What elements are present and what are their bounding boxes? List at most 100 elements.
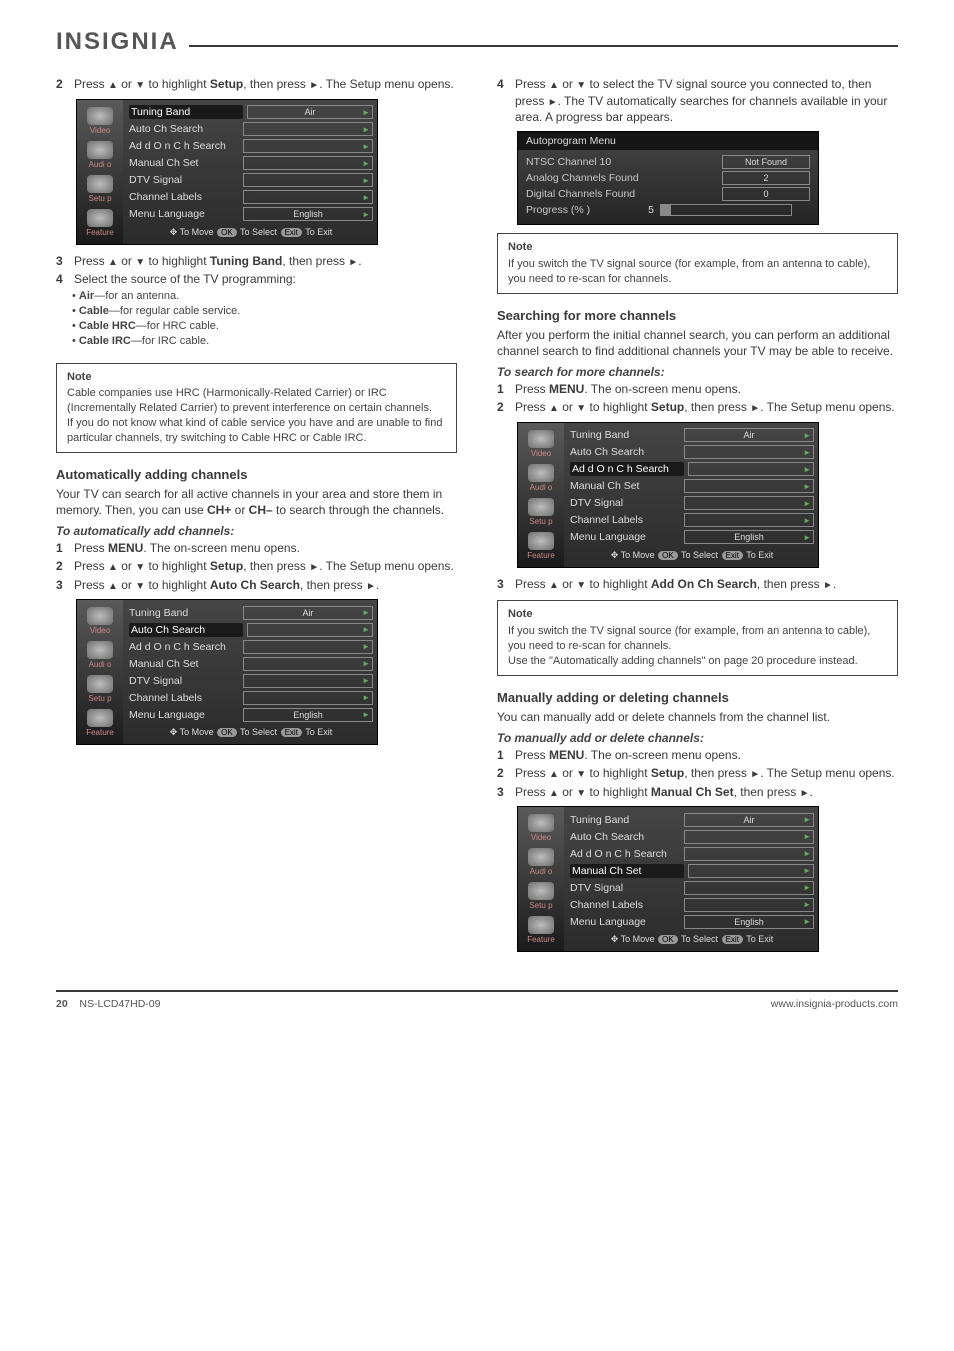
menu-label: Tuning Band xyxy=(570,814,680,826)
setup-icon xyxy=(528,882,554,900)
setup-label: Setup xyxy=(210,77,243,91)
feature-icon xyxy=(87,709,113,727)
menu-row: Auto Ch Search► xyxy=(129,121,373,138)
chevron-right-icon: ► xyxy=(362,108,370,117)
menu-row: Ad d O n C h Search► xyxy=(129,638,373,655)
audio-icon xyxy=(528,848,554,866)
autoprogram-screenshot: Autoprogram Menu NTSC Channel 10Not Foun… xyxy=(517,131,819,225)
down-arrow-icon: ▼ xyxy=(135,581,145,592)
menu-row: Channel Labels► xyxy=(570,896,814,913)
t: or xyxy=(118,559,135,573)
setup-menu-auto-screenshot: Video Audi o Setu p Feature Tuning BandA… xyxy=(76,599,378,745)
to-addon: To search for more channels: xyxy=(497,365,898,379)
left-column: 2 Press ▲ or ▼ to highlight Setup, then … xyxy=(56,74,457,960)
menu-row-manual: Manual Ch Set► xyxy=(570,862,814,879)
autop-progress-row: Progress (% ) 5 xyxy=(526,202,810,218)
addon-step2: 2 Press ▲ or ▼ to highlight Setup, then … xyxy=(497,399,898,416)
menu-value: English► xyxy=(243,708,373,722)
menu-label: Auto Ch Search xyxy=(129,123,239,135)
setup-icon xyxy=(528,498,554,516)
video-icon xyxy=(528,814,554,832)
t: Press xyxy=(515,785,549,799)
chevron-right-icon: ► xyxy=(362,608,370,617)
menu-row: Auto Ch Search► xyxy=(570,444,814,461)
chup: CH+ xyxy=(207,503,231,517)
chdn: CH– xyxy=(249,503,273,517)
audio-icon xyxy=(528,464,554,482)
val: Air xyxy=(744,815,755,825)
menu-row: Manual Ch Set ► xyxy=(570,478,814,495)
page-number: 20 xyxy=(56,998,68,1010)
t: to highlight xyxy=(586,766,651,780)
hint: To Move xyxy=(180,727,214,737)
video-icon xyxy=(87,607,113,625)
hint: To Select xyxy=(240,227,277,237)
t: . xyxy=(358,254,361,268)
autop-row: Digital Channels Found0 xyxy=(526,186,810,202)
step-number: 3 xyxy=(497,576,515,593)
chevron-right-icon: ► xyxy=(362,159,370,168)
step-text: Select the source of the TV programming: xyxy=(74,271,457,287)
t: , then press xyxy=(300,578,366,592)
t: . The Setup menu opens. xyxy=(760,400,895,414)
chevron-right-icon: ► xyxy=(803,482,811,491)
step-text: Press ▲ or ▼ to highlight Setup, then pr… xyxy=(515,765,898,782)
heading-manual: Manually adding or deleting channels xyxy=(497,690,898,705)
menu-key: MENU xyxy=(549,382,584,396)
side-label: Video xyxy=(77,126,123,135)
menu-row: Menu LanguageEnglish► xyxy=(129,206,373,223)
chevron-right-icon: ► xyxy=(362,210,370,219)
website-url: www.insignia-products.com xyxy=(771,998,898,1010)
step-number: 1 xyxy=(56,540,74,556)
menu-sidebar: Video Audi o Setu p Feature xyxy=(518,807,564,951)
menu-sidebar: Video Audi o Setu p Feature xyxy=(518,423,564,567)
side-label: Video xyxy=(518,833,564,842)
menu-label: Menu Language xyxy=(570,531,680,543)
chevron-right-icon: ► xyxy=(803,516,811,525)
t: . xyxy=(833,577,836,591)
bullet-irc: • Cable IRC—for IRC cable. xyxy=(72,334,457,349)
exit-pill: Exit xyxy=(722,551,743,560)
menu-row: Tuning BandAir► xyxy=(570,427,814,444)
menu-label: DTV Signal xyxy=(129,675,239,687)
setup-menu-manual-screenshot: Video Audi o Setu p Feature Tuning Band A… xyxy=(517,806,819,952)
step-text: Press ▲ or ▼ to highlight Setup, then pr… xyxy=(74,76,457,93)
menu-key: MENU xyxy=(108,541,143,555)
side-label: Audi o xyxy=(77,160,123,169)
down-arrow-icon: ▼ xyxy=(576,769,586,780)
hint: To Select xyxy=(240,727,277,737)
t: Press xyxy=(515,577,549,591)
t: or xyxy=(559,577,576,591)
menu-label: Channel Labels xyxy=(129,692,239,704)
side-video: Video xyxy=(518,811,564,845)
up-arrow-icon: ▲ xyxy=(108,581,118,592)
t: or xyxy=(118,77,135,91)
step-text: Press ▲ or ▼ to highlight Setup, then pr… xyxy=(74,558,457,575)
heading-auto-add: Automatically adding channels xyxy=(56,467,457,482)
side-video: Video xyxy=(77,104,123,138)
note-line: Cable companies use HRC (Harmonically-Re… xyxy=(67,386,446,416)
step-text: Press ▲ or ▼ to highlight Add On Ch Sear… xyxy=(515,576,898,593)
chevron-right-icon: ► xyxy=(803,533,811,542)
chevron-right-icon: ► xyxy=(803,465,811,474)
bl: Cable xyxy=(79,305,109,317)
right-arrow-icon: ► xyxy=(823,580,833,591)
right-arrow-icon: ► xyxy=(750,403,760,414)
up-arrow-icon: ▲ xyxy=(549,788,559,799)
side-feature: Feature xyxy=(77,206,123,240)
val: Air xyxy=(303,608,314,618)
note-line: If you switch the TV signal source (for … xyxy=(508,624,887,654)
menu-value: ► xyxy=(243,674,373,688)
t: , then press xyxy=(734,785,800,799)
t: to highlight xyxy=(586,400,651,414)
t: . xyxy=(810,785,813,799)
menu-label: Channel Labels xyxy=(570,899,680,911)
menu-sidebar: Video Audi o Setu p Feature xyxy=(77,600,123,744)
menu-value: ► xyxy=(243,190,373,204)
ok-pill: OK xyxy=(217,228,237,237)
right-arrow-icon: ► xyxy=(366,581,376,592)
side-audio: Audi o xyxy=(77,138,123,172)
menu-label: Manual Ch Set xyxy=(570,480,680,492)
menu-row: Tuning BandAir► xyxy=(129,604,373,621)
chevron-right-icon: ► xyxy=(803,832,811,841)
